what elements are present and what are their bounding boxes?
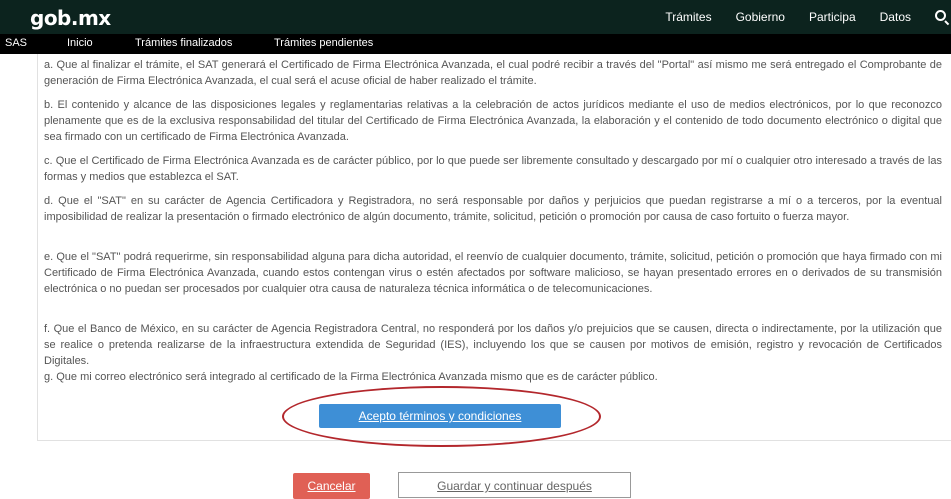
nav-gobierno[interactable]: Gobierno: [736, 10, 785, 24]
nav-participa[interactable]: Participa: [809, 10, 856, 24]
gobmx-logo[interactable]: gob.mx: [30, 6, 111, 30]
subnav-tramites-finalizados[interactable]: Trámites finalizados: [135, 37, 232, 49]
term-b: b. El contenido y alcance de las disposi…: [44, 99, 942, 143]
term-a: a. Que al finalizar el trámite, el SAT g…: [44, 59, 942, 87]
subnav-inicio[interactable]: Inicio: [67, 37, 93, 49]
term-d: d. Que el "SAT" en su carácter de Agenci…: [44, 195, 942, 223]
subnav-tramites-pendientes[interactable]: Trámites pendientes: [274, 37, 373, 49]
top-nav: Trámites Gobierno Participa Datos: [665, 10, 947, 24]
term-f: f. Que el Banco de México, en su carácte…: [44, 323, 942, 367]
sub-nav: SAS Inicio Trámites finalizados Trámites…: [0, 34, 951, 54]
accept-terms-button[interactable]: Acepto términos y condiciones: [319, 404, 561, 428]
search-icon: [935, 10, 946, 21]
term-e: e. Que el "SAT" podrá requerirme, sin re…: [44, 251, 942, 295]
sas-brand[interactable]: SAS: [5, 37, 27, 49]
cancel-button[interactable]: Cancelar: [293, 473, 370, 499]
top-header: gob.mx Trámites Gobierno Participa Datos: [0, 0, 951, 34]
save-continue-later-button[interactable]: Guardar y continuar después: [398, 472, 631, 498]
nav-tramites[interactable]: Trámites: [665, 10, 711, 24]
search-button[interactable]: [935, 10, 947, 24]
nav-datos[interactable]: Datos: [880, 10, 911, 24]
term-g: g. Que mi correo electrónico será integr…: [44, 371, 658, 383]
term-c: c. Que el Certificado de Firma Electróni…: [44, 155, 942, 183]
